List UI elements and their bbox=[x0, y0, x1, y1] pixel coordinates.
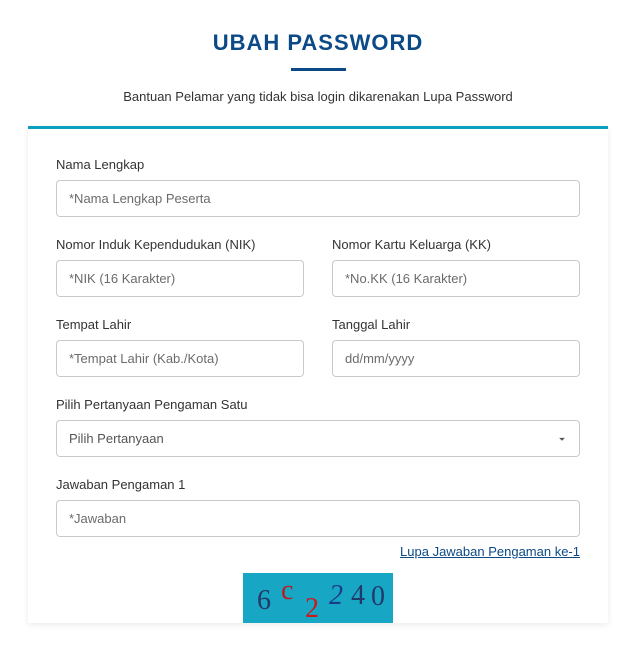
page-title: UBAH PASSWORD bbox=[0, 30, 636, 56]
input-nama[interactable] bbox=[56, 180, 580, 217]
input-nik[interactable] bbox=[56, 260, 304, 297]
input-tempat[interactable] bbox=[56, 340, 304, 377]
label-jawaban: Jawaban Pengaman 1 bbox=[56, 477, 580, 492]
input-tanggal[interactable] bbox=[332, 340, 580, 377]
captcha-image: 6 c 2 2 4 0 bbox=[243, 573, 393, 623]
field-nama: Nama Lengkap bbox=[56, 157, 580, 217]
field-jawaban: Jawaban Pengaman 1 bbox=[56, 477, 580, 537]
captcha-char-3: 2 bbox=[305, 593, 319, 623]
label-tempat: Tempat Lahir bbox=[56, 317, 304, 332]
captcha-char-4: 2 bbox=[329, 580, 343, 612]
captcha-char-6: 0 bbox=[371, 581, 385, 613]
forgot-answer-link[interactable]: Lupa Jawaban Pengaman ke-1 bbox=[400, 544, 580, 559]
input-jawaban[interactable] bbox=[56, 500, 580, 537]
page-subtitle: Bantuan Pelamar yang tidak bisa login di… bbox=[0, 89, 636, 104]
select-pertanyaan[interactable]: Pilih Pertanyaan bbox=[56, 420, 580, 457]
link-row: Lupa Jawaban Pengaman ke-1 bbox=[56, 543, 580, 561]
label-nama: Nama Lengkap bbox=[56, 157, 580, 172]
input-kk[interactable] bbox=[332, 260, 580, 297]
captcha-char-1: 6 bbox=[257, 585, 271, 617]
field-nik: Nomor Induk Kependudukan (NIK) bbox=[56, 237, 304, 297]
field-kk: Nomor Kartu Keluarga (KK) bbox=[332, 237, 580, 297]
label-pertanyaan: Pilih Pertanyaan Pengaman Satu bbox=[56, 397, 580, 412]
field-tanggal: Tanggal Lahir bbox=[332, 317, 580, 377]
captcha-char-2: c bbox=[281, 575, 293, 607]
field-pertanyaan: Pilih Pertanyaan Pengaman Satu Pilih Per… bbox=[56, 397, 580, 457]
captcha-char-5: 4 bbox=[351, 580, 365, 612]
captcha-container: 6 c 2 2 4 0 bbox=[56, 573, 580, 623]
label-tanggal: Tanggal Lahir bbox=[332, 317, 580, 332]
label-kk: Nomor Kartu Keluarga (KK) bbox=[332, 237, 580, 252]
field-tempat: Tempat Lahir bbox=[56, 317, 304, 377]
title-underline bbox=[291, 68, 346, 71]
label-nik: Nomor Induk Kependudukan (NIK) bbox=[56, 237, 304, 252]
form-card: Nama Lengkap Nomor Induk Kependudukan (N… bbox=[28, 126, 608, 623]
